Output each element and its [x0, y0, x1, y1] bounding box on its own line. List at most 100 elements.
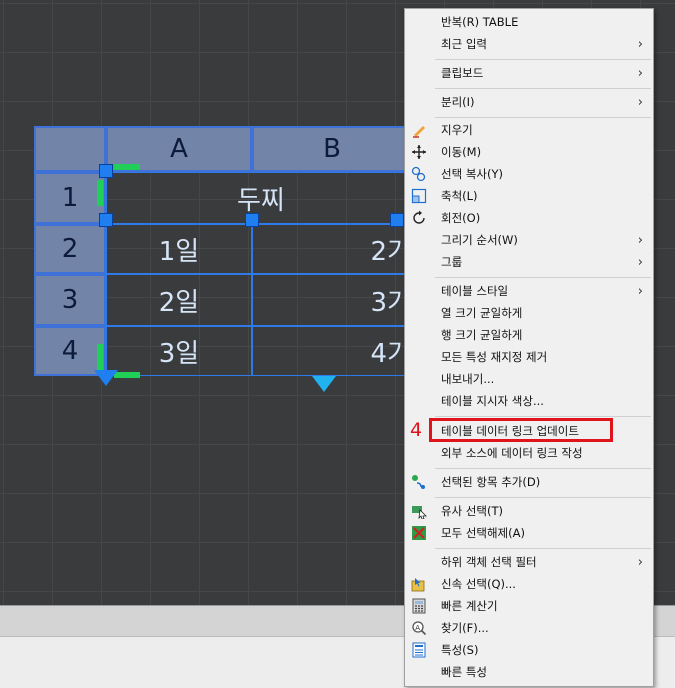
table-cell-a2[interactable]: 1일 — [106, 224, 252, 274]
menu-item-label: 회전(O) — [441, 211, 481, 225]
menu-item-label: 내보내기... — [441, 372, 495, 386]
table-cell-b2[interactable]: 2가 — [252, 224, 412, 274]
menu-item-label: 그룹 — [441, 255, 463, 269]
add-selected-icon — [412, 475, 425, 489]
menu-item-label: 외부 소스에 데이터 링크 작성 — [441, 446, 583, 460]
menu-item-quick-calculator[interactable]: 빠른 계산기 — [405, 595, 653, 617]
menu-item-add-selected[interactable]: 선택된 항목 추가(D) — [405, 471, 653, 493]
menu-separator — [435, 548, 651, 549]
chevron-right-icon: › — [637, 65, 643, 81]
table-bottom-grip[interactable] — [97, 344, 103, 370]
menu-item-equalize-rows[interactable]: 행 크기 균일하게 — [405, 324, 653, 346]
chevron-right-icon: › — [637, 254, 643, 270]
menu-item-recent-input[interactable]: 최근 입력 › — [405, 33, 653, 55]
menu-separator — [435, 59, 651, 60]
menu-item-find[interactable]: A 찾기(F)... — [405, 617, 653, 639]
row-header-1[interactable]: 1 — [34, 172, 106, 224]
menu-item-label: 분리(I) — [441, 95, 475, 109]
menu-item-repeat-table[interactable]: 반복(R) TABLE — [405, 11, 653, 33]
menu-item-label: 행 크기 균일하게 — [441, 328, 523, 342]
menu-item-clipboard[interactable]: 클립보드 › — [405, 62, 653, 84]
svg-text:A: A — [415, 624, 420, 632]
table-grip-top-left[interactable] — [99, 164, 113, 178]
menu-item-quick-select[interactable]: 신속 선택(Q)... — [405, 573, 653, 595]
menu-item-label: 유사 선택(T) — [441, 504, 503, 518]
chevron-right-icon: › — [637, 554, 643, 570]
menu-separator — [435, 277, 651, 278]
table-height-grip[interactable] — [97, 180, 103, 206]
move-icon — [412, 145, 426, 159]
menu-item-quick-properties[interactable]: 빠른 특성 — [405, 661, 653, 683]
menu-item-label: 모두 선택해제(A) — [441, 526, 525, 540]
table-grip-column[interactable] — [245, 213, 259, 227]
chevron-right-icon: › — [637, 283, 643, 299]
step-annotation: 4 — [410, 419, 423, 441]
table-break-arrow[interactable] — [312, 376, 336, 392]
menu-item-copy-selection[interactable]: 선택 복사(Y) — [405, 163, 653, 185]
menu-item-table-style[interactable]: 테이블 스타일 › — [405, 280, 653, 302]
menu-item-label: 최근 입력 — [441, 37, 487, 51]
menu-item-group[interactable]: 그룹 › — [405, 251, 653, 273]
menu-item-label: 선택된 항목 추가(D) — [441, 475, 541, 489]
menu-item-label: 신속 선택(Q)... — [441, 577, 516, 591]
rotate-icon — [413, 210, 425, 224]
menu-item-export[interactable]: 내보내기... — [405, 368, 653, 390]
row-header-3[interactable]: 3 — [34, 274, 106, 326]
menu-item-erase[interactable]: 지우기 — [405, 119, 653, 141]
table-cell-b4[interactable]: 4가 — [252, 326, 412, 376]
menu-item-deselect-all[interactable]: 모두 선택해제(A) — [405, 522, 653, 544]
table-grip-row[interactable] — [99, 213, 113, 227]
menu-separator — [435, 117, 651, 118]
menu-item-isolate[interactable]: 분리(I) › — [405, 91, 653, 113]
menu-item-label: 하위 객체 선택 필터 — [441, 555, 537, 569]
menu-item-subobject-filter[interactable]: 하위 객체 선택 필터 › — [405, 551, 653, 573]
context-menu: 반복(R) TABLE 최근 입력 › 클립보드 › 분리(I) › 지우기 이동(M… — [404, 8, 654, 687]
table-break-arrow-left[interactable] — [94, 370, 118, 386]
column-header-b[interactable]: B — [252, 126, 412, 172]
row-header-4[interactable]: 4 — [34, 326, 106, 376]
menu-separator — [435, 416, 651, 417]
quick-select-icon — [411, 578, 425, 592]
table-cell-b3[interactable]: 3가 — [252, 274, 412, 326]
menu-item-label: 특성(S) — [441, 643, 479, 657]
menu-item-label: 클립보드 — [441, 66, 484, 80]
menu-item-table-indicator-color[interactable]: 테이블 지시자 색상... — [405, 390, 653, 412]
menu-item-label: 반복(R) TABLE — [441, 15, 519, 29]
menu-item-label: 빠른 특성 — [441, 665, 487, 679]
menu-item-label: 지우기 — [441, 123, 473, 137]
menu-item-label: 그리기 순서(W) — [441, 233, 518, 247]
menu-item-label: 열 크기 균일하게 — [441, 306, 523, 320]
menu-item-scale[interactable]: 축척(L) — [405, 185, 653, 207]
table-width-grip[interactable] — [114, 164, 140, 170]
find-icon: A — [412, 621, 427, 636]
table-corner-cell[interactable] — [34, 126, 106, 172]
menu-item-label: 선택 복사(Y) — [441, 167, 503, 181]
menu-item-equalize-columns[interactable]: 열 크기 균일하게 — [405, 302, 653, 324]
row-header-2[interactable]: 2 — [34, 224, 106, 274]
properties-icon — [412, 642, 426, 658]
menu-item-label: 찾기(F)... — [441, 621, 489, 635]
menu-item-label: 축척(L) — [441, 189, 478, 203]
menu-item-write-data-link[interactable]: 외부 소스에 데이터 링크 작성 — [405, 442, 653, 464]
menu-item-label: 테이블 스타일 — [441, 284, 509, 298]
menu-item-properties[interactable]: 특성(S) — [405, 639, 653, 661]
scale-icon — [411, 188, 427, 204]
menu-item-move[interactable]: 이동(M) — [405, 141, 653, 163]
table-title-cell[interactable]: 두찌 — [106, 172, 412, 224]
select-similar-icon — [412, 506, 427, 519]
deselect-all-icon — [412, 526, 426, 540]
table-grip-column-right[interactable] — [390, 213, 404, 227]
menu-item-rotate[interactable]: 회전(O) — [405, 207, 653, 229]
copy-icon — [411, 166, 426, 182]
chevron-right-icon: › — [637, 36, 643, 52]
table-cell-a4[interactable]: 3일 — [106, 326, 252, 376]
menu-item-remove-overrides[interactable]: 모든 특성 재지정 제거 — [405, 346, 653, 368]
menu-item-select-similar[interactable]: 유사 선택(T) — [405, 500, 653, 522]
chevron-right-icon: › — [637, 232, 643, 248]
menu-item-label: 모든 특성 재지정 제거 — [441, 350, 548, 364]
menu-item-draw-order[interactable]: 그리기 순서(W) › — [405, 229, 653, 251]
menu-separator — [435, 497, 651, 498]
menu-item-label: 테이블 지시자 색상... — [441, 394, 544, 408]
menu-separator — [435, 468, 651, 469]
table-cell-a3[interactable]: 2일 — [106, 274, 252, 326]
